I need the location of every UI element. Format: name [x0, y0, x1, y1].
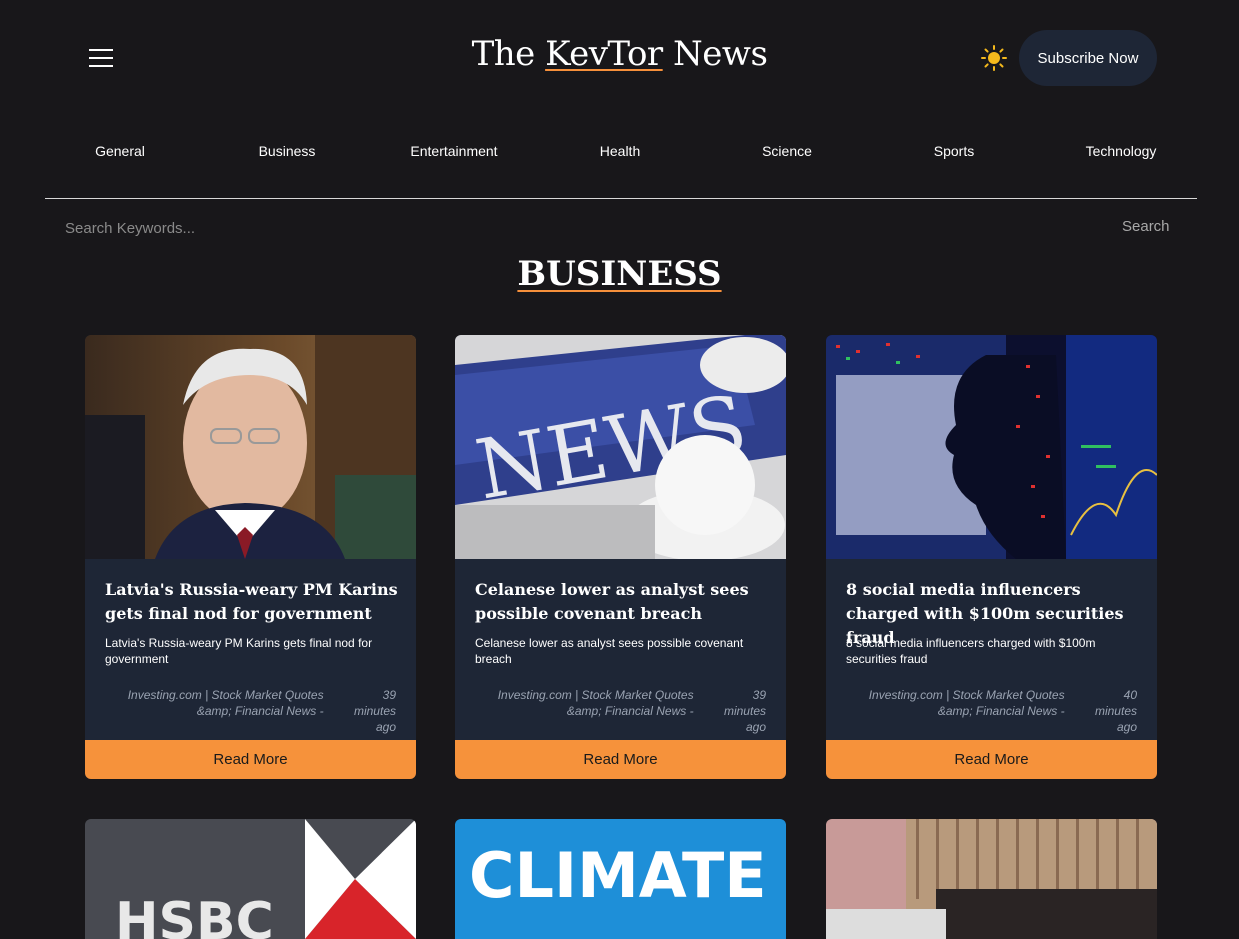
nav-item-technology[interactable]: Technology [1086, 143, 1157, 159]
article-source: Investing.com | Stock Market Quotes &amp… [497, 688, 694, 718]
article-image: CLIMATE [455, 819, 786, 939]
nav-item-science[interactable]: Science [762, 143, 812, 159]
nav-divider [45, 198, 1197, 199]
article-time: 39 minutes ago [353, 688, 396, 734]
article-source: Investing.com | Stock Market Quotes &amp… [868, 688, 1065, 718]
article-title[interactable]: Latvia's Russia-weary PM Karins gets fin… [105, 578, 400, 626]
search-input[interactable] [55, 214, 655, 242]
article-image: NEWS [455, 335, 786, 559]
article-source: Investing.com | Stock Market Quotes &amp… [127, 688, 324, 718]
article-time: 40 minutes ago [1094, 688, 1137, 734]
read-more-button[interactable]: Read More [826, 740, 1157, 779]
nav-item-general[interactable]: General [95, 143, 145, 159]
nav-item-entertainment[interactable]: Entertainment [410, 143, 497, 159]
article-description: 8 social media influencers charged with … [846, 636, 1096, 666]
read-more-button[interactable]: Read More [455, 740, 786, 779]
article-description: Celanese lower as analyst sees possible … [475, 636, 744, 666]
sun-icon[interactable] [981, 45, 1007, 71]
nav-item-sports[interactable]: Sports [934, 143, 974, 159]
article-card-partial [826, 819, 1157, 939]
nav-item-business[interactable]: Business [259, 143, 316, 159]
article-image: HSBC [85, 819, 416, 939]
search-button[interactable]: Search [1122, 218, 1170, 235]
logo-prefix: The [471, 34, 546, 74]
logo-suffix: News [662, 34, 768, 74]
subscribe-button[interactable]: Subscribe Now [1019, 30, 1157, 86]
article-time: 39 minutes ago [723, 688, 766, 734]
article-meta: Investing.com | Stock Market Quotes &amp… [105, 687, 396, 735]
logo-accent: KevTor [545, 34, 663, 74]
svg-text:CLIMATE: CLIMATE [469, 839, 767, 912]
svg-text:HSBC: HSBC [115, 892, 274, 939]
read-more-button[interactable]: Read More [85, 740, 416, 779]
article-meta: Investing.com | Stock Market Quotes &amp… [846, 687, 1137, 735]
article-card: NEWS Celanese lower as analyst sees poss… [455, 335, 786, 779]
article-card: Latvia's Russia-weary PM Karins gets fin… [85, 335, 416, 779]
article-card-partial: HSBC [85, 819, 416, 939]
category-nav: General Business Entertainment Health Sc… [0, 143, 1239, 163]
article-description: Latvia's Russia-weary PM Karins gets fin… [105, 636, 373, 666]
section-title: BUSINESS [517, 254, 722, 294]
article-image [85, 335, 416, 559]
site-header: The KevTor News Subscribe Now [0, 0, 1239, 116]
article-meta: Investing.com | Stock Market Quotes &amp… [475, 687, 766, 735]
nav-item-health[interactable]: Health [600, 143, 640, 159]
article-image [826, 819, 1157, 939]
article-card: 8 social media influencers charged with … [826, 335, 1157, 779]
article-image [826, 335, 1157, 559]
article-title[interactable]: Celanese lower as analyst sees possible … [475, 578, 770, 626]
article-card-partial: CLIMATE [455, 819, 786, 939]
